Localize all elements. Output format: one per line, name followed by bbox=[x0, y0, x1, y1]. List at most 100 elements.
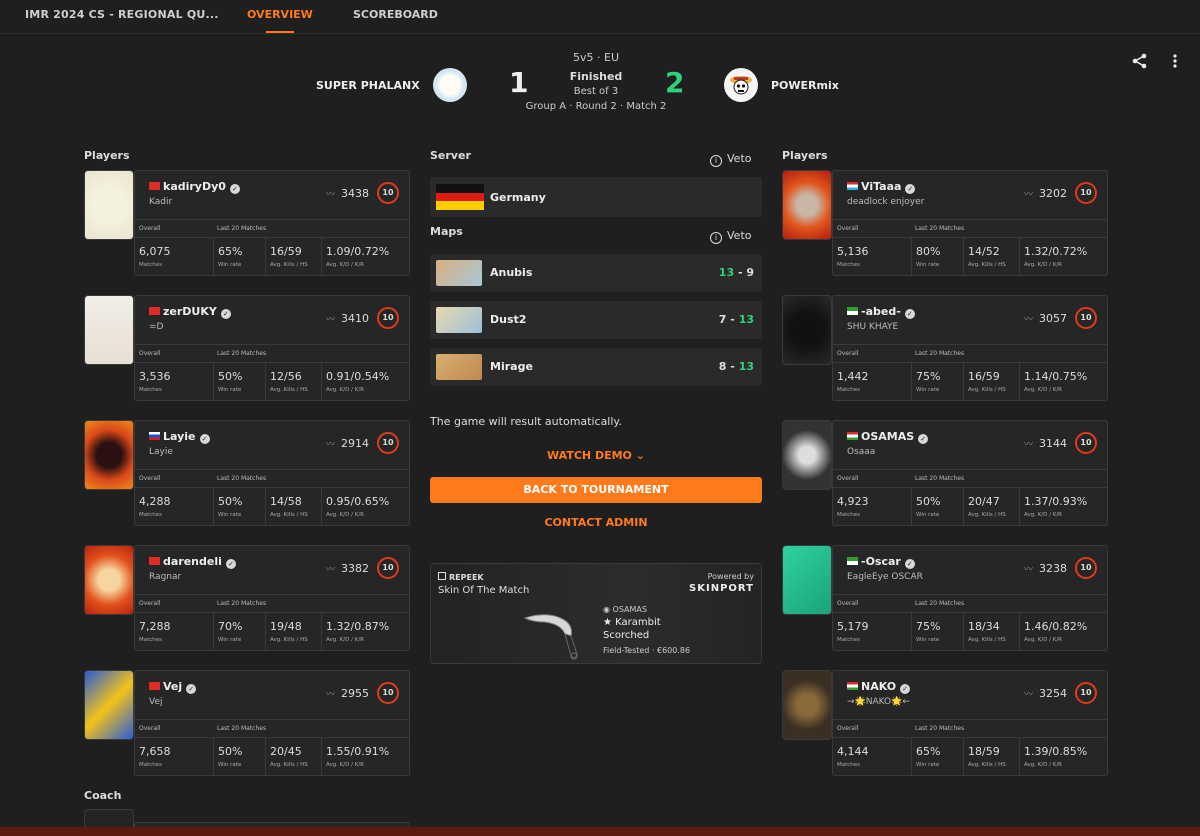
stats-header: Overall Last 20 Matches bbox=[135, 219, 409, 237]
stat-value-kills: 16/59 bbox=[968, 370, 1000, 383]
player-card[interactable]: OSAMAS ✓ Osaaa 〰 3144 10 Overall Last 20 Matche… bbox=[782, 420, 1108, 526]
team2-name[interactable]: POWERmix bbox=[771, 79, 839, 92]
stat-cell-kd: 1.55/0.91% Avg. K/D / K/R bbox=[321, 738, 409, 776]
country-flag-icon bbox=[847, 182, 858, 190]
player-stats-box[interactable]: OSAMAS ✓ Osaaa 〰 3144 10 Overall Last 20 Matche… bbox=[832, 420, 1108, 526]
player-name-row[interactable]: Layie ✓ bbox=[149, 430, 210, 444]
stats-row: 1,442 Matches 75% Win rate 16/59 Avg. Kills /… bbox=[833, 362, 1107, 401]
veto-link-server[interactable]: i Veto bbox=[710, 152, 751, 167]
player-card[interactable]: Vej ✓ Vej 〰 2955 10 Overall Last 20 Matches 7,65… bbox=[84, 670, 410, 776]
player-name[interactable]: Layie bbox=[163, 430, 196, 443]
map-row[interactable]: Mirage 8 - 13 bbox=[430, 348, 762, 386]
player-card[interactable]: ViTaaa ✓ deadlock enjoyer 〰 3202 10 Overall Las… bbox=[782, 170, 1108, 276]
player-elo: 〰 2914 bbox=[325, 437, 369, 450]
player-avatar[interactable] bbox=[84, 545, 134, 615]
tournament-title[interactable]: IMR 2024 CS - REGIONAL QU... bbox=[25, 8, 219, 21]
stat-label-winrate: Win rate bbox=[916, 762, 940, 768]
map-row[interactable]: Anubis 13 - 9 bbox=[430, 254, 762, 292]
map-row[interactable]: Dust2 7 - 13 bbox=[430, 301, 762, 339]
player-card[interactable]: kadiryDy0 ✓ Kadir 〰 3438 10 Overall Last 20 Mat… bbox=[84, 170, 410, 276]
watch-demo-button[interactable]: WATCH DEMO ⌄ bbox=[430, 449, 762, 462]
player-stats-box[interactable]: kadiryDy0 ✓ Kadir 〰 3438 10 Overall Last 20 Mat… bbox=[134, 170, 410, 276]
stat-value-winrate: 50% bbox=[218, 745, 243, 758]
player-elo: 〰 3382 bbox=[325, 562, 369, 575]
player-avatar[interactable] bbox=[84, 670, 134, 740]
player-stats-box[interactable]: zerDUKY ✓ =D 〰 3410 10 Overall Last 20 Matches 3… bbox=[134, 295, 410, 401]
player-name-row[interactable]: -Oscar ✓ bbox=[847, 555, 915, 569]
verified-icon: ✓ bbox=[199, 434, 210, 444]
player-avatar[interactable] bbox=[84, 170, 134, 240]
player-avatar[interactable] bbox=[782, 295, 832, 365]
player-stats-box[interactable]: ViTaaa ✓ deadlock enjoyer 〰 3202 10 Overall Las… bbox=[832, 170, 1108, 276]
share-icon[interactable] bbox=[1131, 52, 1149, 70]
team2-logo[interactable] bbox=[724, 68, 758, 102]
info-icon: i bbox=[710, 155, 722, 167]
country-flag-icon bbox=[149, 432, 160, 440]
stat-cell-kills: 20/45 Avg. Kills / HS bbox=[265, 738, 321, 776]
player-name[interactable]: Vej bbox=[163, 680, 182, 693]
player-name-row[interactable]: kadiryDy0 ✓ bbox=[149, 180, 240, 194]
player-name[interactable]: ViTaaa bbox=[861, 180, 901, 193]
player-stats-box[interactable]: NAKO ✓ →🌟NAKO🌟← 〰 3254 10 Overall Last 20 Match… bbox=[832, 670, 1108, 776]
player-avatar[interactable] bbox=[782, 420, 832, 490]
player-avatar[interactable] bbox=[782, 670, 832, 740]
stat-cell-matches: 4,144 Matches bbox=[833, 738, 911, 776]
player-card[interactable]: zerDUKY ✓ =D 〰 3410 10 Overall Last 20 Matches 3… bbox=[84, 295, 410, 401]
player-stats-box[interactable]: darendeli ✓ Ragnar 〰 3382 10 Overall Last 20 Ma… bbox=[134, 545, 410, 651]
skin-of-the-match-card[interactable]: REPEEK Skin Of The Match Powered by SKIN… bbox=[430, 563, 762, 664]
veto-link-maps[interactable]: i Veto bbox=[710, 229, 751, 244]
player-avatar[interactable] bbox=[782, 170, 832, 240]
player-name-row[interactable]: darendeli ✓ bbox=[149, 555, 236, 569]
player-name[interactable]: darendeli bbox=[163, 555, 222, 568]
country-flag-icon bbox=[847, 432, 858, 440]
stat-cell-matches: 3,536 Matches bbox=[135, 363, 213, 401]
player-name-row[interactable]: zerDUKY ✓ bbox=[149, 305, 231, 319]
stat-value-kills: 18/59 bbox=[968, 745, 1000, 758]
player-stats-box[interactable]: -Oscar ✓ EagleEye OSCAR 〰 3238 10 Overall Last … bbox=[832, 545, 1108, 651]
skinport-logo[interactable]: SKINPORT bbox=[689, 583, 754, 594]
contact-admin-button[interactable]: CONTACT ADMIN bbox=[430, 516, 762, 529]
stat-cell-kd: 1.32/0.87% Avg. K/D / K/R bbox=[321, 613, 409, 651]
player-elo: 〰 3238 bbox=[1023, 562, 1067, 575]
stat-cell-matches: 4,288 Matches bbox=[135, 488, 213, 526]
tab-scoreboard[interactable]: SCOREBOARD bbox=[353, 8, 438, 21]
player-stats-box[interactable]: Vej ✓ Vej 〰 2955 10 Overall Last 20 Matches 7,65… bbox=[134, 670, 410, 776]
player-name[interactable]: kadiryDy0 bbox=[163, 180, 226, 193]
player-avatar[interactable] bbox=[782, 545, 832, 615]
player-name[interactable]: -abed- bbox=[861, 305, 901, 318]
stat-cell-kills: 18/34 Avg. Kills / HS bbox=[963, 613, 1019, 651]
skin-item: ★ Karambit bbox=[603, 617, 661, 628]
player-name[interactable]: -Oscar bbox=[861, 555, 901, 568]
player-name[interactable]: OSAMAS bbox=[861, 430, 914, 443]
player-avatar[interactable] bbox=[84, 295, 134, 365]
stat-label-winrate: Win rate bbox=[218, 762, 242, 768]
player-stats-box[interactable]: -abed- ✓ SHU KHAYE 〰 3057 10 Overall Last 20 Ma… bbox=[832, 295, 1108, 401]
stat-value-kd: 1.14/0.75% bbox=[1024, 370, 1088, 383]
stat-value-kd: 1.55/0.91% bbox=[326, 745, 390, 758]
tab-overview[interactable]: OVERVIEW bbox=[247, 8, 313, 21]
map-score: 8 - 13 bbox=[718, 360, 754, 373]
player-card[interactable]: -Oscar ✓ EagleEye OSCAR 〰 3238 10 Overall Last … bbox=[782, 545, 1108, 651]
player-name-row[interactable]: OSAMAS ✓ bbox=[847, 430, 929, 444]
player-stats-box[interactable]: Layie ✓ Layie 〰 2914 10 Overall Last 20 Matches… bbox=[134, 420, 410, 526]
round-info: Group A · Round 2 · Match 2 bbox=[525, 101, 667, 112]
team1-logo[interactable] bbox=[433, 68, 467, 102]
player-name-row[interactable]: -abed- ✓ bbox=[847, 305, 915, 319]
player-name-row[interactable]: ViTaaa ✓ bbox=[847, 180, 916, 194]
trend-icon: 〰 bbox=[325, 190, 335, 200]
player-name[interactable]: NAKO bbox=[861, 680, 896, 693]
back-to-tournament-button[interactable]: BACK TO TOURNAMENT bbox=[430, 477, 762, 503]
stat-label-winrate: Win rate bbox=[916, 512, 940, 518]
player-name[interactable]: zerDUKY bbox=[163, 305, 217, 318]
player-card[interactable]: -abed- ✓ SHU KHAYE 〰 3057 10 Overall Last 20 Ma… bbox=[782, 295, 1108, 401]
player-name-row[interactable]: Vej ✓ bbox=[149, 680, 197, 694]
team1-name[interactable]: SUPER PHALANX bbox=[316, 79, 420, 92]
player-name-row[interactable]: NAKO ✓ bbox=[847, 680, 911, 694]
player-elo: 〰 3254 bbox=[1023, 687, 1067, 700]
more-options-icon[interactable] bbox=[1166, 52, 1184, 70]
stat-value-winrate: 75% bbox=[916, 620, 941, 633]
player-card[interactable]: NAKO ✓ →🌟NAKO🌟← 〰 3254 10 Overall Last 20 Match… bbox=[782, 670, 1108, 776]
player-card[interactable]: Layie ✓ Layie 〰 2914 10 Overall Last 20 Matches… bbox=[84, 420, 410, 526]
player-avatar[interactable] bbox=[84, 420, 134, 490]
player-card[interactable]: darendeli ✓ Ragnar 〰 3382 10 Overall Last 20 Ma… bbox=[84, 545, 410, 651]
